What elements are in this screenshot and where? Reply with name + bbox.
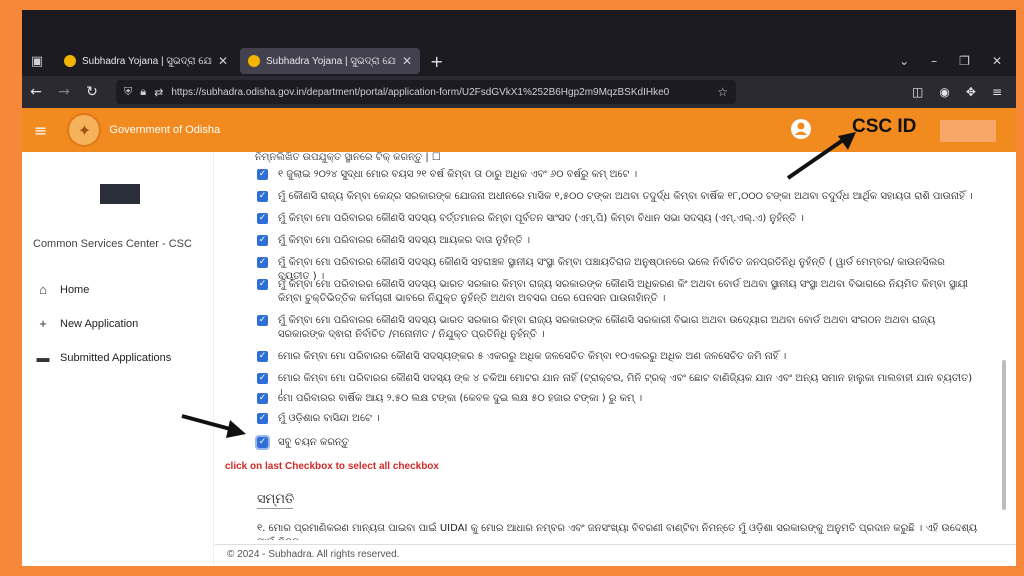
odisha-favicon-icon bbox=[248, 55, 260, 67]
tab-strip: ▣ Subhadra Yojana | ସୁଭଦ୍ରା ଯୋଜନା ✕ Subh… bbox=[22, 46, 1016, 76]
sidebar-item-home[interactable]: ⌂ Home bbox=[34, 282, 89, 297]
plus-icon: + bbox=[39, 316, 47, 331]
lock-icon[interactable]: 🔒︎ bbox=[140, 86, 146, 99]
browser-window: ▣ Subhadra Yojana | ସୁଭଦ୍ରା ଯୋଜନା ✕ Subh… bbox=[22, 10, 1016, 566]
org-name: Government of Odisha bbox=[109, 124, 221, 136]
checklist-item[interactable]: ✓ ମୁଁ କିମ୍ବା ମୋ ପରିବାରର କୌଣସି ସଦସ୍ୟ ଭାରତ … bbox=[257, 314, 977, 342]
checkbox[interactable]: ✓ bbox=[257, 315, 268, 326]
odisha-favicon-icon bbox=[64, 55, 76, 67]
checkbox[interactable]: ✓ bbox=[257, 235, 268, 246]
consent-paragraph: ୧. ମୋର ପ୍ରମାଣିକରଣ ମାନ୍ୟତା ପାଇବା ପାଇଁ UID… bbox=[257, 523, 978, 540]
window-controls: ⌄ – ❐ ✕ bbox=[899, 54, 1016, 68]
pointer-arrow-select-all bbox=[181, 414, 246, 438]
checklist-item[interactable]: ✓ ମୋ ପରିବାରର ବାର୍ଷିକ ଆୟ ୨.୫୦ ଲକ୍ଷ ଟଙ୍କା (… bbox=[257, 392, 977, 406]
sidebar-item-submitted-applications[interactable]: ▬ Submitted Applications bbox=[34, 350, 172, 365]
pointer-arrow-csc-id bbox=[786, 132, 856, 180]
select-all-checkbox[interactable]: ✓ bbox=[255, 435, 270, 450]
tab-title: Subhadra Yojana | ସୁଭଦ୍ରା ଯୋଜନା bbox=[82, 55, 212, 67]
forward-icon[interactable]: → bbox=[50, 84, 78, 100]
pocket-icon[interactable]: ◫ bbox=[912, 85, 923, 99]
top-band bbox=[22, 10, 1016, 46]
consent-section-title: ସମ୍ମତି bbox=[257, 492, 295, 507]
sidebar-item-new-application[interactable]: + New Application bbox=[34, 316, 138, 331]
close-tab-icon[interactable]: ✕ bbox=[218, 54, 228, 68]
scroll-thumb[interactable] bbox=[1002, 360, 1006, 510]
checkbox[interactable]: ✓ bbox=[257, 213, 268, 224]
checklist-item[interactable]: ✓ ମୋର କିମ୍ବା ମୋ ପରିବାରର କୌଣସି ସଦସ୍ୟଙ୍କର ୫… bbox=[257, 350, 977, 364]
instruction-hint: click on last Checkbox to select all che… bbox=[225, 461, 439, 472]
application-form: ନିମ୍ନଲିଖିତ ଉପଯୁକ୍ତ ସ୍ଥାନରେ ଟିକ୍ କରନ୍ତୁ |… bbox=[215, 152, 1016, 566]
section-underline bbox=[257, 508, 293, 509]
scrollbar[interactable] bbox=[1002, 152, 1008, 542]
checklist-heading: ନିମ୍ନଲିଖିତ ଉପଯୁକ୍ତ ସ୍ଥାନରେ ଟିକ୍ କରନ୍ତୁ |… bbox=[255, 152, 441, 163]
checklist-item[interactable]: ✓ ମୁଁ କିମ୍ବା ମୋ ପରିବାରର କୌଣସି ସଦସ୍ୟ ଭାରତ … bbox=[257, 278, 977, 306]
minimize-icon[interactable]: – bbox=[931, 54, 937, 68]
checkbox[interactable]: ✓ bbox=[257, 257, 268, 268]
close-window-icon[interactable]: ✕ bbox=[992, 54, 1002, 68]
checkbox[interactable]: ✓ bbox=[257, 393, 268, 404]
checklist-item[interactable]: ✓ ମୁଁ କିମ୍ବା ମୋ ପରିବାରର କୌଣସି ସଦସ୍ୟ ଆୟକର … bbox=[257, 234, 977, 248]
back-icon[interactable]: ← bbox=[22, 84, 50, 100]
page-footer: © 2024 - Subhadra. All rights reserved. bbox=[215, 544, 1016, 566]
close-tab-icon[interactable]: ✕ bbox=[402, 54, 412, 68]
tab-title: Subhadra Yojana | ସୁଭଦ୍ରା ଯୋଜନା bbox=[266, 55, 396, 67]
toolbar-right: ◫ ◉ ✥ ≡ bbox=[912, 85, 1016, 99]
checklist-item[interactable]: ✓ ୧ ଜୁଲାଇ ୨୦୨୪ ସୁଦ୍ଧା ମୋର ବୟସ ୨୧ ବର୍ଷ କିମ… bbox=[257, 168, 977, 182]
select-all-item[interactable]: ✓ ସବୁ ଚୟନ କରନ୍ତୁ bbox=[255, 435, 977, 450]
menu-icon[interactable]: ≡ bbox=[992, 85, 1002, 99]
nav-bar: ← → ↻ ⛨ 🔒︎ ⇄ https://subhadra.odisha.gov… bbox=[22, 76, 1016, 108]
bookmark-star-icon[interactable]: ☆ bbox=[717, 85, 728, 99]
checkbox[interactable]: ✓ bbox=[257, 191, 268, 202]
account-icon[interactable]: ◉ bbox=[939, 85, 949, 99]
tab-overflow-chevron-icon[interactable]: ⌄ bbox=[899, 54, 909, 68]
tab-subhadra-1[interactable]: Subhadra Yojana | ସୁଭଦ୍ରା ଯୋଜନା ✕ bbox=[56, 48, 236, 74]
url-text[interactable]: https://subhadra.odisha.gov.in/departmen… bbox=[171, 87, 711, 98]
extensions-icon[interactable]: ✥ bbox=[966, 85, 976, 99]
csc-id-value-redacted bbox=[940, 120, 996, 142]
csc-logo bbox=[100, 184, 140, 204]
sidebar-item-label: Submitted Applications bbox=[60, 351, 172, 364]
folder-icon: ▬ bbox=[36, 350, 50, 365]
checkbox[interactable]: ✓ bbox=[257, 279, 268, 290]
home-icon: ⌂ bbox=[39, 282, 47, 297]
sidebar-item-label: New Application bbox=[60, 317, 139, 330]
checkbox[interactable]: ✓ bbox=[257, 373, 268, 384]
reload-icon[interactable]: ↻ bbox=[78, 84, 106, 100]
new-tab-button[interactable]: + bbox=[430, 52, 443, 71]
checkbox[interactable]: ✓ bbox=[257, 413, 268, 424]
checklist-item[interactable]: ✓ ମୁଁ ଓଡ଼ିଶାର ବାସିନ୍ଦା ଅଟେ । bbox=[257, 412, 977, 426]
hamburger-menu-icon[interactable]: ≡ bbox=[34, 121, 47, 140]
address-bar[interactable]: ⛨ 🔒︎ ⇄ https://subhadra.odisha.gov.in/de… bbox=[116, 80, 736, 104]
odisha-emblem-logo: ✦ bbox=[67, 113, 102, 147]
checklist-item[interactable]: ✓ ମୁଁ କିମ୍ବା ମୋ ପରିବାରର କୌଣସି ସଦସ୍ୟ ବର୍ତ୍… bbox=[257, 212, 977, 226]
tab-subhadra-2[interactable]: Subhadra Yojana | ସୁଭଦ୍ରା ଯୋଜନା ✕ bbox=[240, 48, 420, 74]
shield-icon[interactable]: ⛨ bbox=[124, 86, 132, 99]
sidebar: Common Services Center - CSC ⌂ Home + Ne… bbox=[22, 152, 214, 566]
checkbox[interactable]: ✓ bbox=[257, 169, 268, 180]
site-header: ≡ ✦ Government of Odisha CSC ID bbox=[22, 108, 1016, 152]
checkbox[interactable]: ✓ bbox=[257, 351, 268, 362]
tab-list-icon[interactable]: ▣ bbox=[22, 46, 52, 76]
restore-icon[interactable]: ❐ bbox=[959, 54, 970, 68]
permissions-icon[interactable]: ⇄ bbox=[154, 86, 163, 99]
copyright-text: © 2024 - Subhadra. All rights reserved. bbox=[227, 549, 400, 560]
checklist-item[interactable]: ✓ ମୁଁ କୌଣସି ରାଜ୍ୟ କିମ୍ବା କେନ୍ଦ୍ର ସରକାରଙ୍କ… bbox=[257, 190, 977, 204]
sidebar-item-label: Home bbox=[60, 283, 90, 296]
sidebar-brand: Common Services Center - CSC bbox=[33, 238, 192, 250]
